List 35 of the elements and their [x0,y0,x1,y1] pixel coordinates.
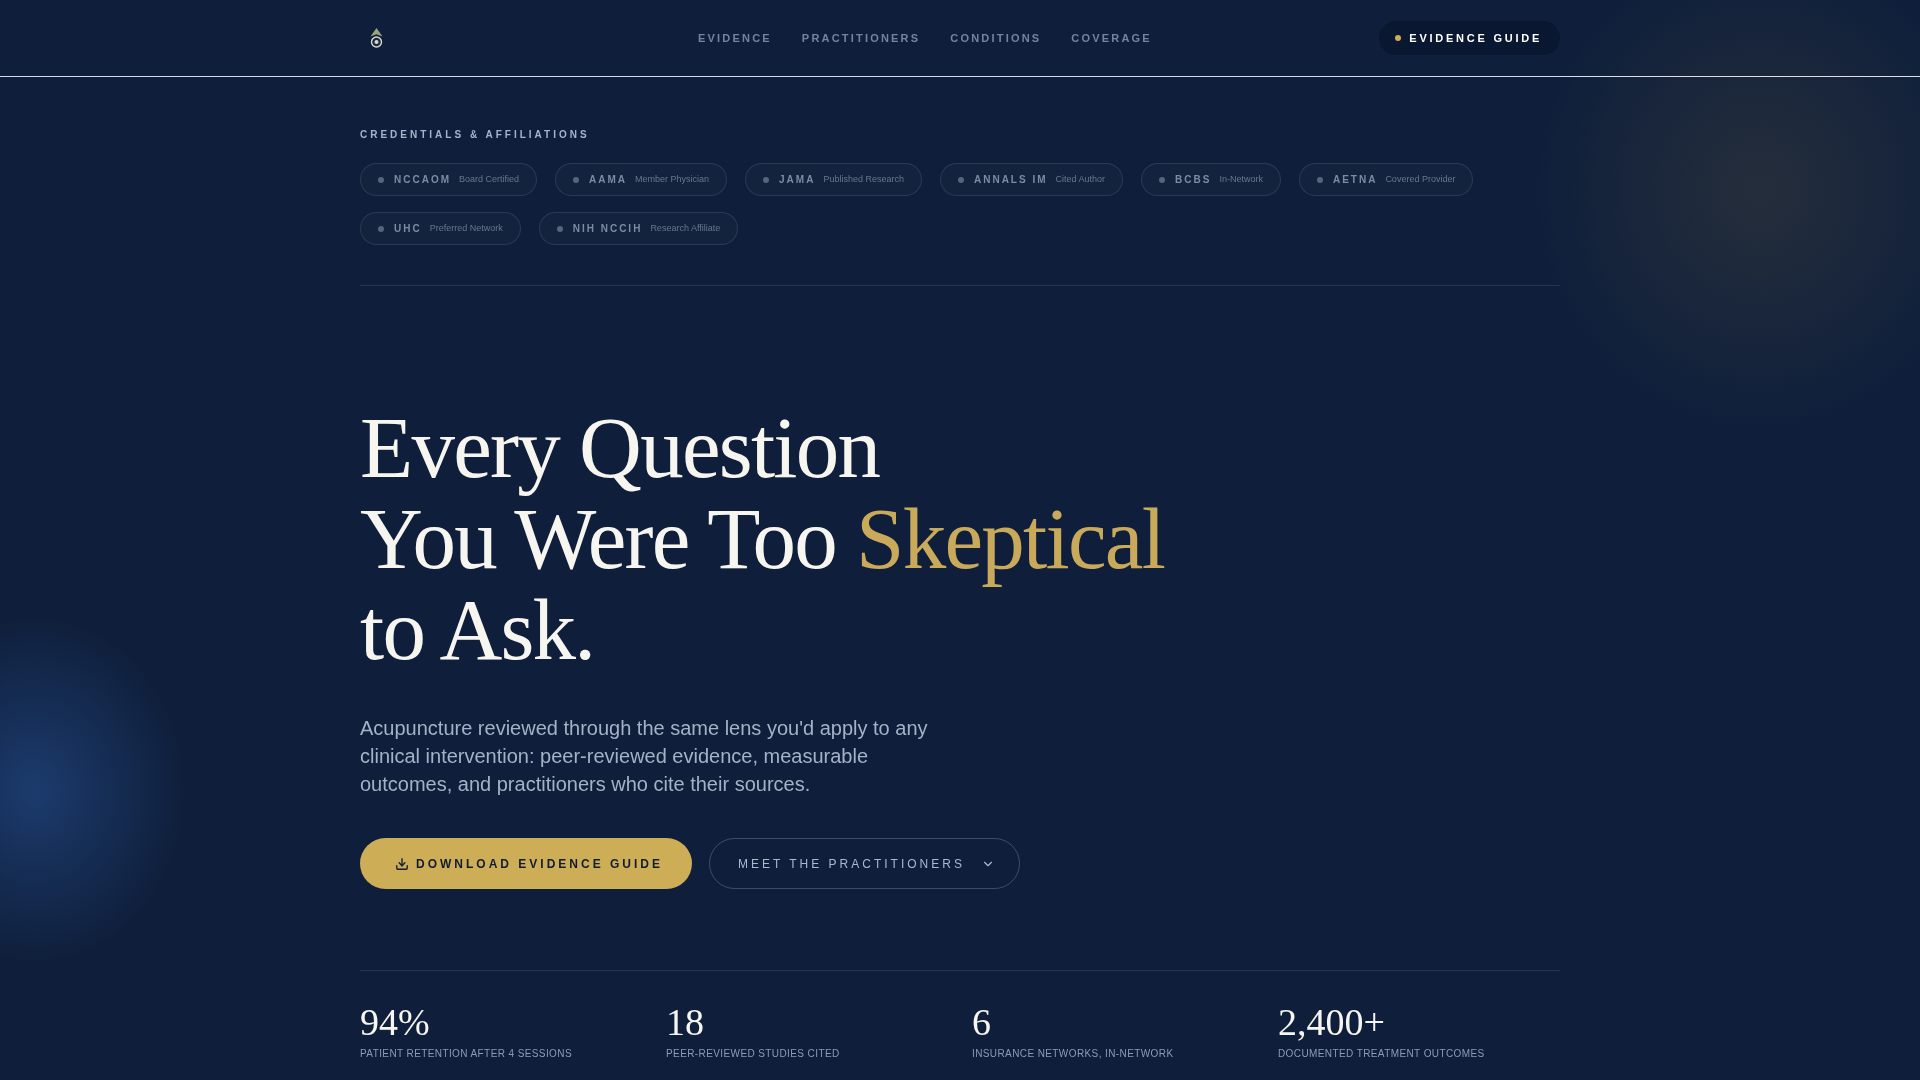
stat-label: DOCUMENTED TREATMENT OUTCOMES [1278,1047,1486,1061]
credential-name: JAMA [779,173,816,187]
stat-value: 2,400+ [1278,1003,1386,1041]
credential-name: ANNALS IM [973,173,1048,187]
logo-icon[interactable] [370,28,383,48]
credential-name: UHC [394,222,422,236]
stat-value: 94% [360,1003,431,1041]
stat-label: PEER-REVIEWED STUDIES CITED [666,1047,841,1061]
evidence-guide-button[interactable]: EVIDENCE GUIDE [1379,21,1560,55]
download-icon [395,856,409,871]
stat-value: 18 [666,1003,705,1041]
credential-name: AETNA [1332,173,1378,187]
section-label: CREDENTIALS & AFFILIATIONS [360,128,591,142]
nav-link[interactable]: COVERAGE [1071,29,1152,47]
download-button[interactable]: DOWNLOAD EVIDENCE GUIDE [360,838,692,889]
credential-detail: Published Research [823,172,904,186]
credential-name: NCCAOM [394,173,451,187]
credential-detail: In-Network [1219,172,1263,186]
credential-detail: Preferred Network [429,221,503,235]
credential-name: NIH NCCIH [572,222,643,236]
stat-label: INSURANCE NETWORKS, IN-NETWORK [972,1047,1175,1061]
credential-detail: Member Physician [635,172,710,186]
credential-detail: Covered Provider [1385,172,1456,186]
hero-intro: Acupuncture reviewed through the same lens you'd apply to any clinical intervention: peer-reviewed evidence, measurable outcomes, and practitioners who cite their sources. [360,716,929,797]
hero-headline: Every Question You Were Too Skeptical to Ask. [360,402,1166,675]
nav-link[interactable]: PRACTITIONERS [801,29,921,47]
stat-value: 6 [972,1003,992,1041]
nav-link[interactable]: CONDITIONS [950,29,1042,47]
nav-link[interactable]: EVIDENCE [698,29,772,47]
credential-detail: Research Affiliate [650,221,721,235]
stat-label: PATIENT RETENTION AFTER 4 SESSIONS [360,1047,573,1061]
credential-detail: Board Certified [459,172,520,186]
credential-name: AAMA [589,173,628,187]
credential-name: BCBS [1175,173,1212,187]
credential-detail: Cited Author [1055,172,1106,186]
